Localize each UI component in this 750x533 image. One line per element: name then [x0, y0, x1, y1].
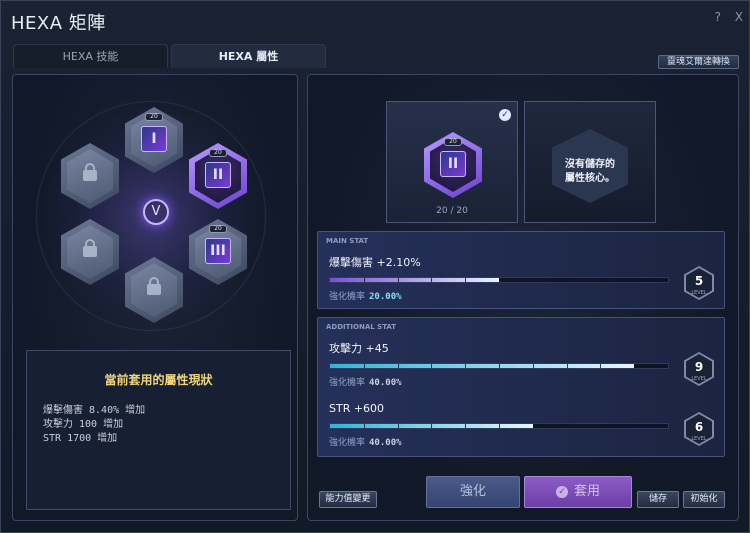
apply-button[interactable]: ✓ 套用	[524, 476, 632, 508]
check-icon: ✓	[499, 109, 511, 121]
progress-segment-divider	[431, 364, 433, 368]
no-saved-core-text: 沒有儲存的 屬性核心。	[565, 159, 615, 184]
rate-value: 20.00%	[369, 292, 402, 302]
main-stat-progress-fill	[330, 278, 499, 282]
lock-icon	[147, 284, 161, 295]
additional-stat-rate: 強化機率 40.00%	[329, 375, 402, 388]
main-stat-rate: 強化機率 20.00%	[329, 289, 402, 302]
progress-segment-divider	[363, 278, 365, 282]
progress-segment-divider	[600, 424, 602, 428]
lock-icon	[83, 246, 97, 257]
progress-segment-divider	[634, 364, 636, 368]
progress-segment-divider	[532, 364, 534, 368]
additional-stat-name: STR +600	[329, 402, 385, 415]
progress-segment-divider	[397, 364, 399, 368]
check-icon: ✓	[555, 486, 568, 498]
level-word: LEVEL	[691, 290, 707, 296]
core-count: 20 / 20	[436, 206, 468, 216]
additional-stat-rate: 強化機率 40.00%	[329, 435, 402, 448]
progress-segment-divider	[465, 278, 467, 282]
attribute-core-2-icon: II	[440, 151, 466, 177]
main-stat-block: MAIN STAT 爆擊傷害 +2.10% 強化機率 20.00% 5 LEVEL	[317, 231, 725, 309]
progress-segment-divider	[532, 424, 534, 428]
progress-segment-divider	[634, 278, 636, 282]
additional-stat-block: ADDITIONAL STAT 攻擊力 +45 強化機率 40.00% 9 LEV…	[317, 317, 725, 457]
stat-change-button[interactable]: 能力值變更	[319, 491, 377, 508]
saved-core-slot[interactable]: 沒有儲存的 屬性核心。	[524, 101, 656, 223]
status-title: 當前套用的屬性現狀	[104, 373, 213, 387]
progress-segment-divider	[566, 278, 568, 282]
progress-segment-divider	[465, 424, 467, 428]
rate-value: 40.00%	[369, 438, 402, 448]
window-title: HEXA 矩陣	[11, 13, 106, 34]
hexa-matrix-window: HEXA 矩陣 ? X HEXA 技能 HEXA 屬性 靈魂艾爾達轉換 20 I…	[0, 0, 750, 533]
progress-segment-divider	[566, 424, 568, 428]
progress-segment-divider	[431, 424, 433, 428]
soul-erda-convert-button[interactable]: 靈魂艾爾達轉換	[658, 55, 739, 69]
additional-stat-progress-bar	[329, 363, 669, 369]
progress-segment-divider	[465, 364, 467, 368]
attribute-core-3-icon: III	[205, 238, 231, 264]
progress-segment-divider	[363, 424, 365, 428]
core-level-chip: 20	[209, 149, 227, 157]
v-emblem-icon: V	[143, 199, 169, 225]
main-stat-progress-bar	[329, 277, 669, 283]
close-icon[interactable]: X	[735, 10, 743, 24]
level-word: LEVEL	[691, 436, 707, 442]
level-word: LEVEL	[691, 376, 707, 382]
title-bar: HEXA 矩陣 ? X	[1, 1, 750, 41]
current-attribute-status: 當前套用的屬性現狀 爆擊傷害 8.40% 增加 攻擊力 100 增加 STR 1…	[26, 350, 291, 510]
apply-label: 套用	[573, 484, 600, 499]
rate-label: 強化機率	[329, 438, 366, 448]
progress-segment-divider	[499, 424, 500, 428]
save-button[interactable]: 儲存	[637, 491, 679, 508]
rate-label: 強化機率	[329, 378, 366, 388]
current-core-hex: 20 II	[424, 132, 482, 198]
status-line: STR 1700 增加	[43, 433, 118, 444]
attribute-core-1-icon: I	[141, 126, 167, 152]
progress-segment-divider	[397, 424, 399, 428]
lock-icon	[83, 170, 97, 181]
progress-segment-divider	[363, 364, 365, 368]
core-level-chip: 20	[145, 113, 163, 121]
progress-segment-divider	[634, 424, 636, 428]
status-line: 爆擊傷害 8.40% 增加	[43, 405, 146, 416]
core-level-chip: 20	[209, 225, 227, 233]
progress-segment-divider	[499, 278, 500, 282]
progress-segment-divider	[499, 364, 500, 368]
tab-hexa-attribute[interactable]: HEXA 屬性	[171, 44, 326, 68]
main-stat-tag: MAIN STAT	[326, 237, 369, 245]
help-icon[interactable]: ?	[715, 10, 721, 24]
core-level-chip: 20	[444, 138, 462, 146]
rate-value: 40.00%	[369, 378, 402, 388]
progress-segment-divider	[397, 278, 399, 282]
rate-label: 強化機率	[329, 292, 366, 302]
progress-segment-divider	[431, 278, 433, 282]
additional-stat-name: 攻擊力 +45	[329, 342, 389, 355]
current-core-slot[interactable]: ✓ 20 II 20 / 20	[386, 101, 518, 223]
status-line: 攻擊力 100 增加	[43, 419, 124, 430]
main-stat-name: 爆擊傷害 +2.10%	[329, 256, 421, 269]
progress-segment-divider	[600, 278, 602, 282]
progress-segment-divider	[600, 364, 602, 368]
progress-segment-divider	[566, 364, 568, 368]
enhance-button[interactable]: 強化	[426, 476, 520, 508]
additional-stat-progress-bar	[329, 423, 669, 429]
attribute-core-2-icon: II	[205, 162, 231, 188]
tab-hexa-skill[interactable]: HEXA 技能	[13, 44, 168, 68]
initialize-button[interactable]: 初始化	[683, 491, 725, 508]
additional-stat-tag: ADDITIONAL STAT	[326, 323, 397, 331]
additional-stat-progress-fill	[330, 364, 635, 368]
progress-segment-divider	[532, 278, 534, 282]
